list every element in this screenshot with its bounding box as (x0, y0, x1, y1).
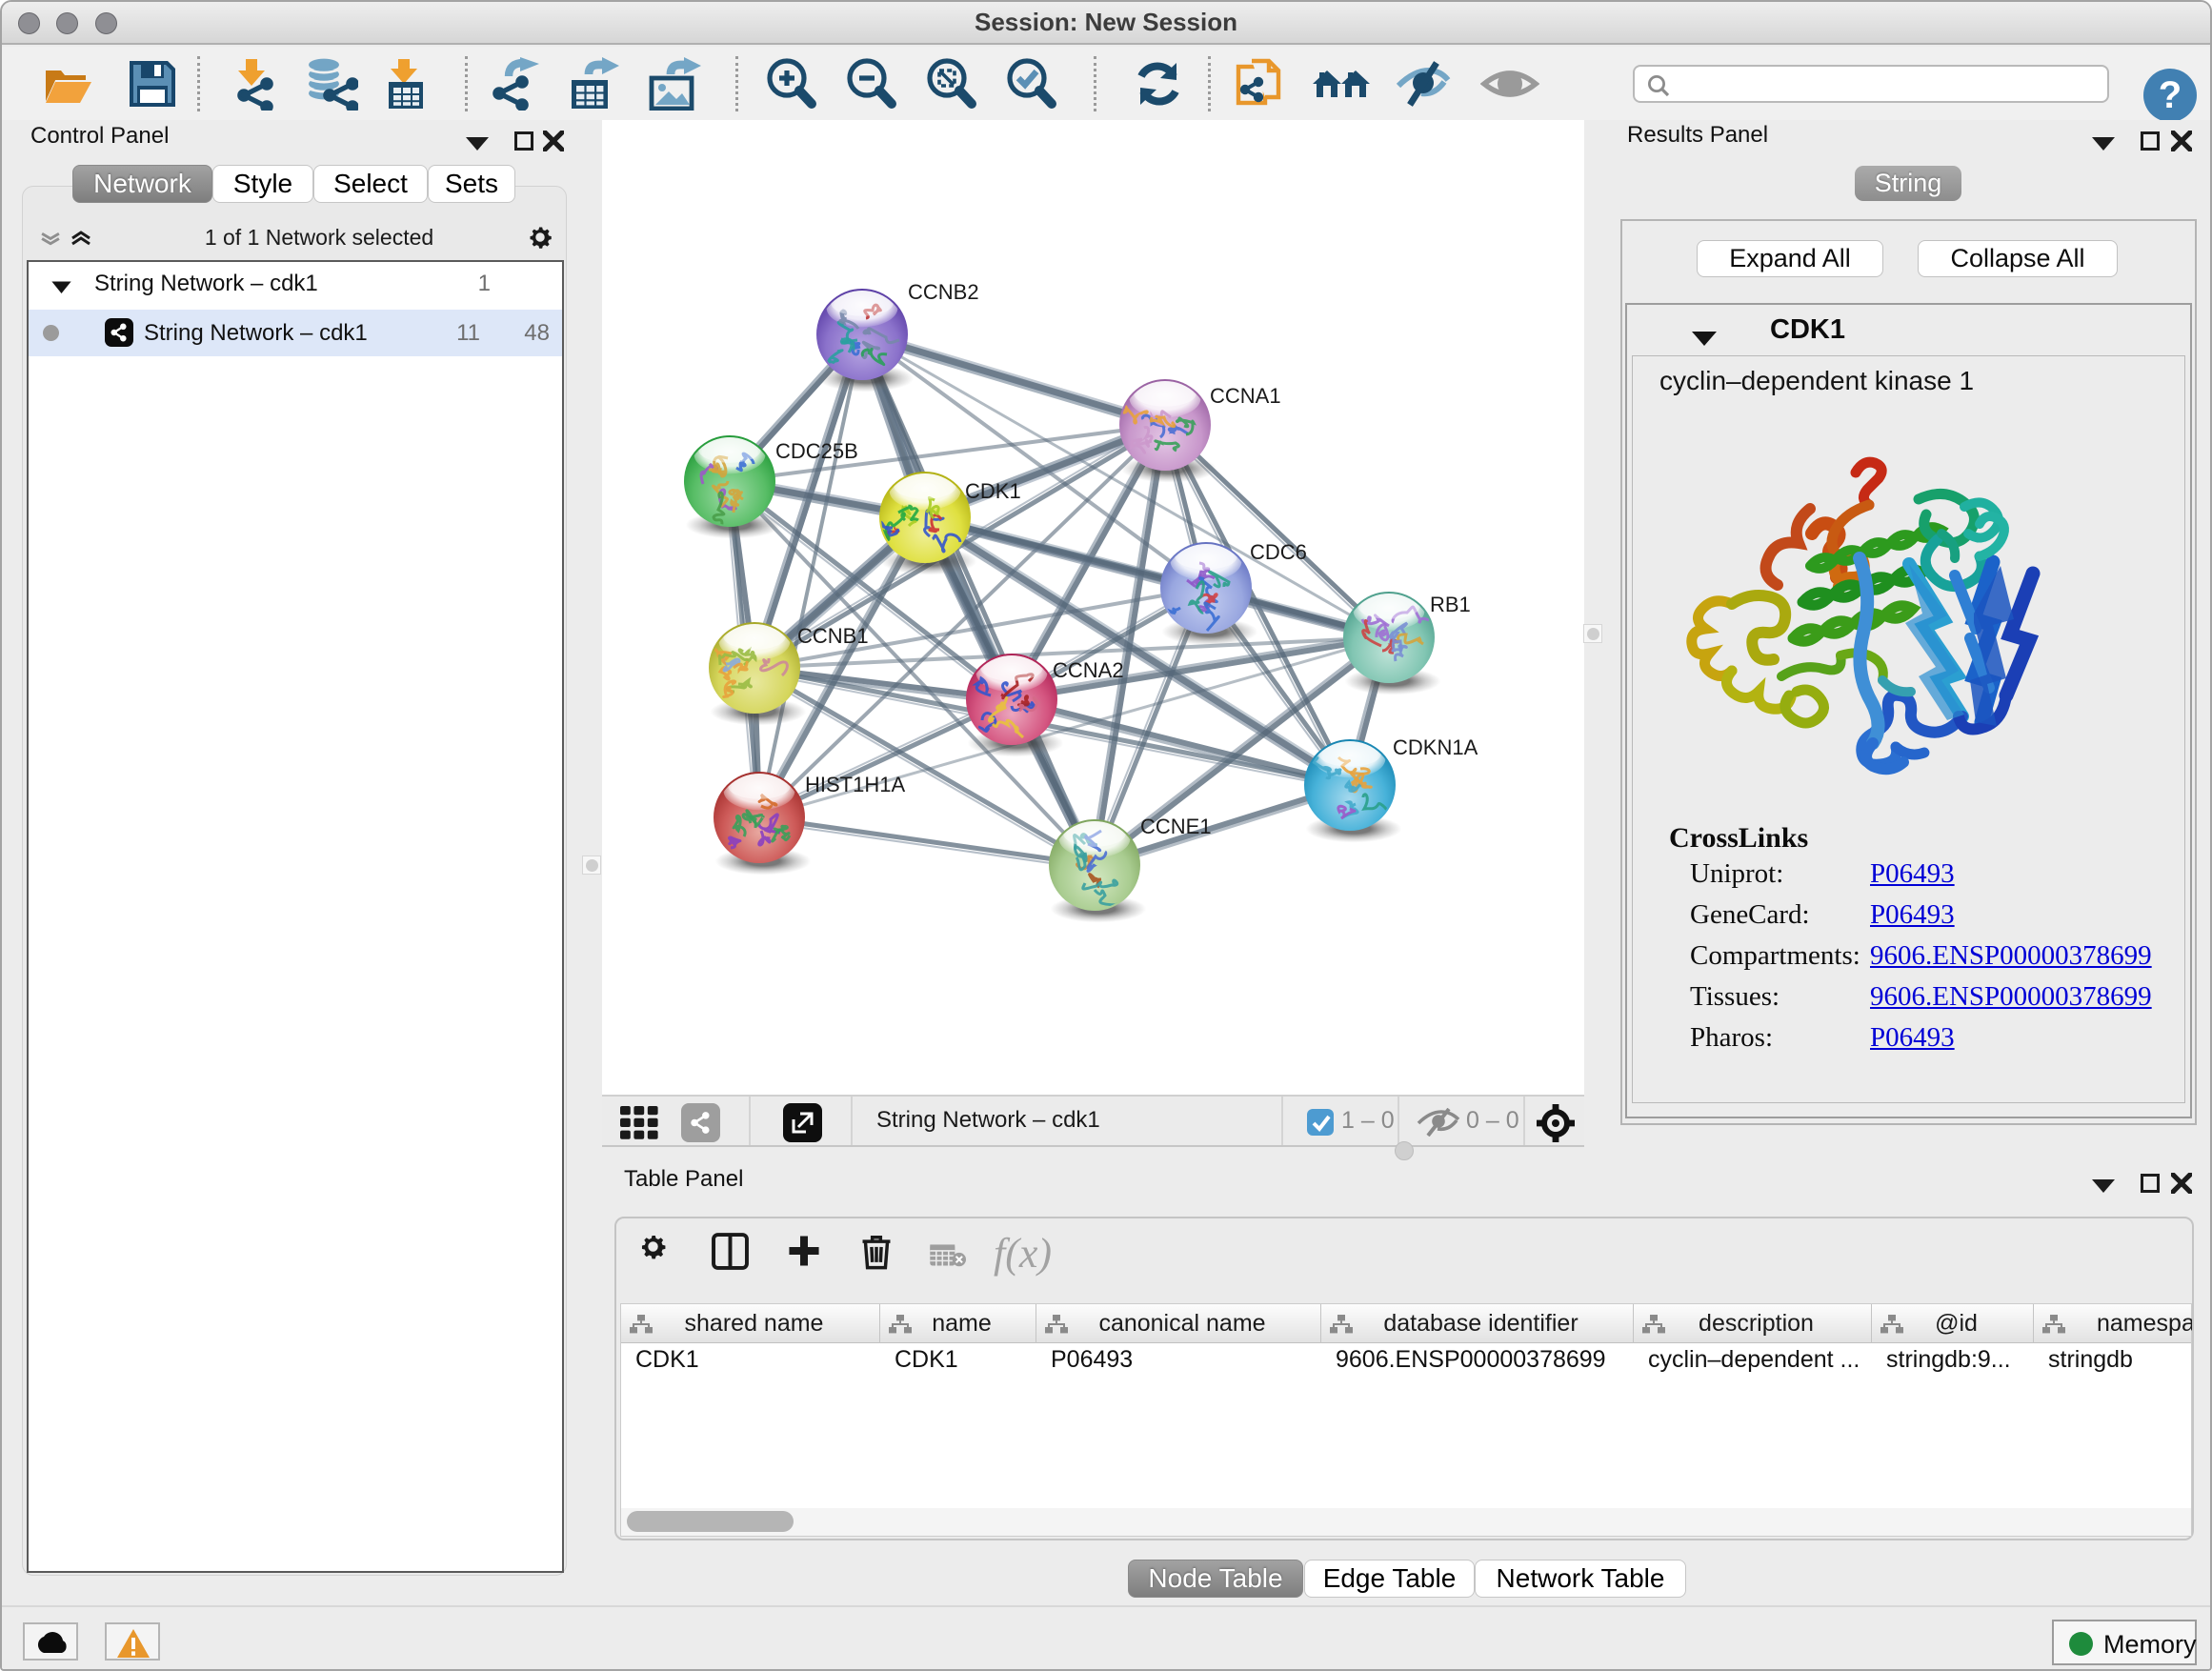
svg-text:RB1: RB1 (1430, 593, 1471, 616)
svg-text:CDK1: CDK1 (965, 479, 1021, 503)
svg-text:CDKN1A: CDKN1A (1393, 735, 1478, 759)
svg-text:CCNB2: CCNB2 (908, 280, 979, 304)
svg-text:CCNB1: CCNB1 (797, 624, 869, 648)
svg-text:CCNA2: CCNA2 (1053, 658, 1124, 682)
svg-text:CCNE1: CCNE1 (1140, 815, 1212, 838)
svg-text:CDC25B: CDC25B (775, 439, 858, 463)
svg-text:HIST1H1A: HIST1H1A (805, 773, 905, 796)
svg-text:CDC6: CDC6 (1250, 540, 1307, 564)
svg-text:CCNA1: CCNA1 (1210, 384, 1281, 408)
